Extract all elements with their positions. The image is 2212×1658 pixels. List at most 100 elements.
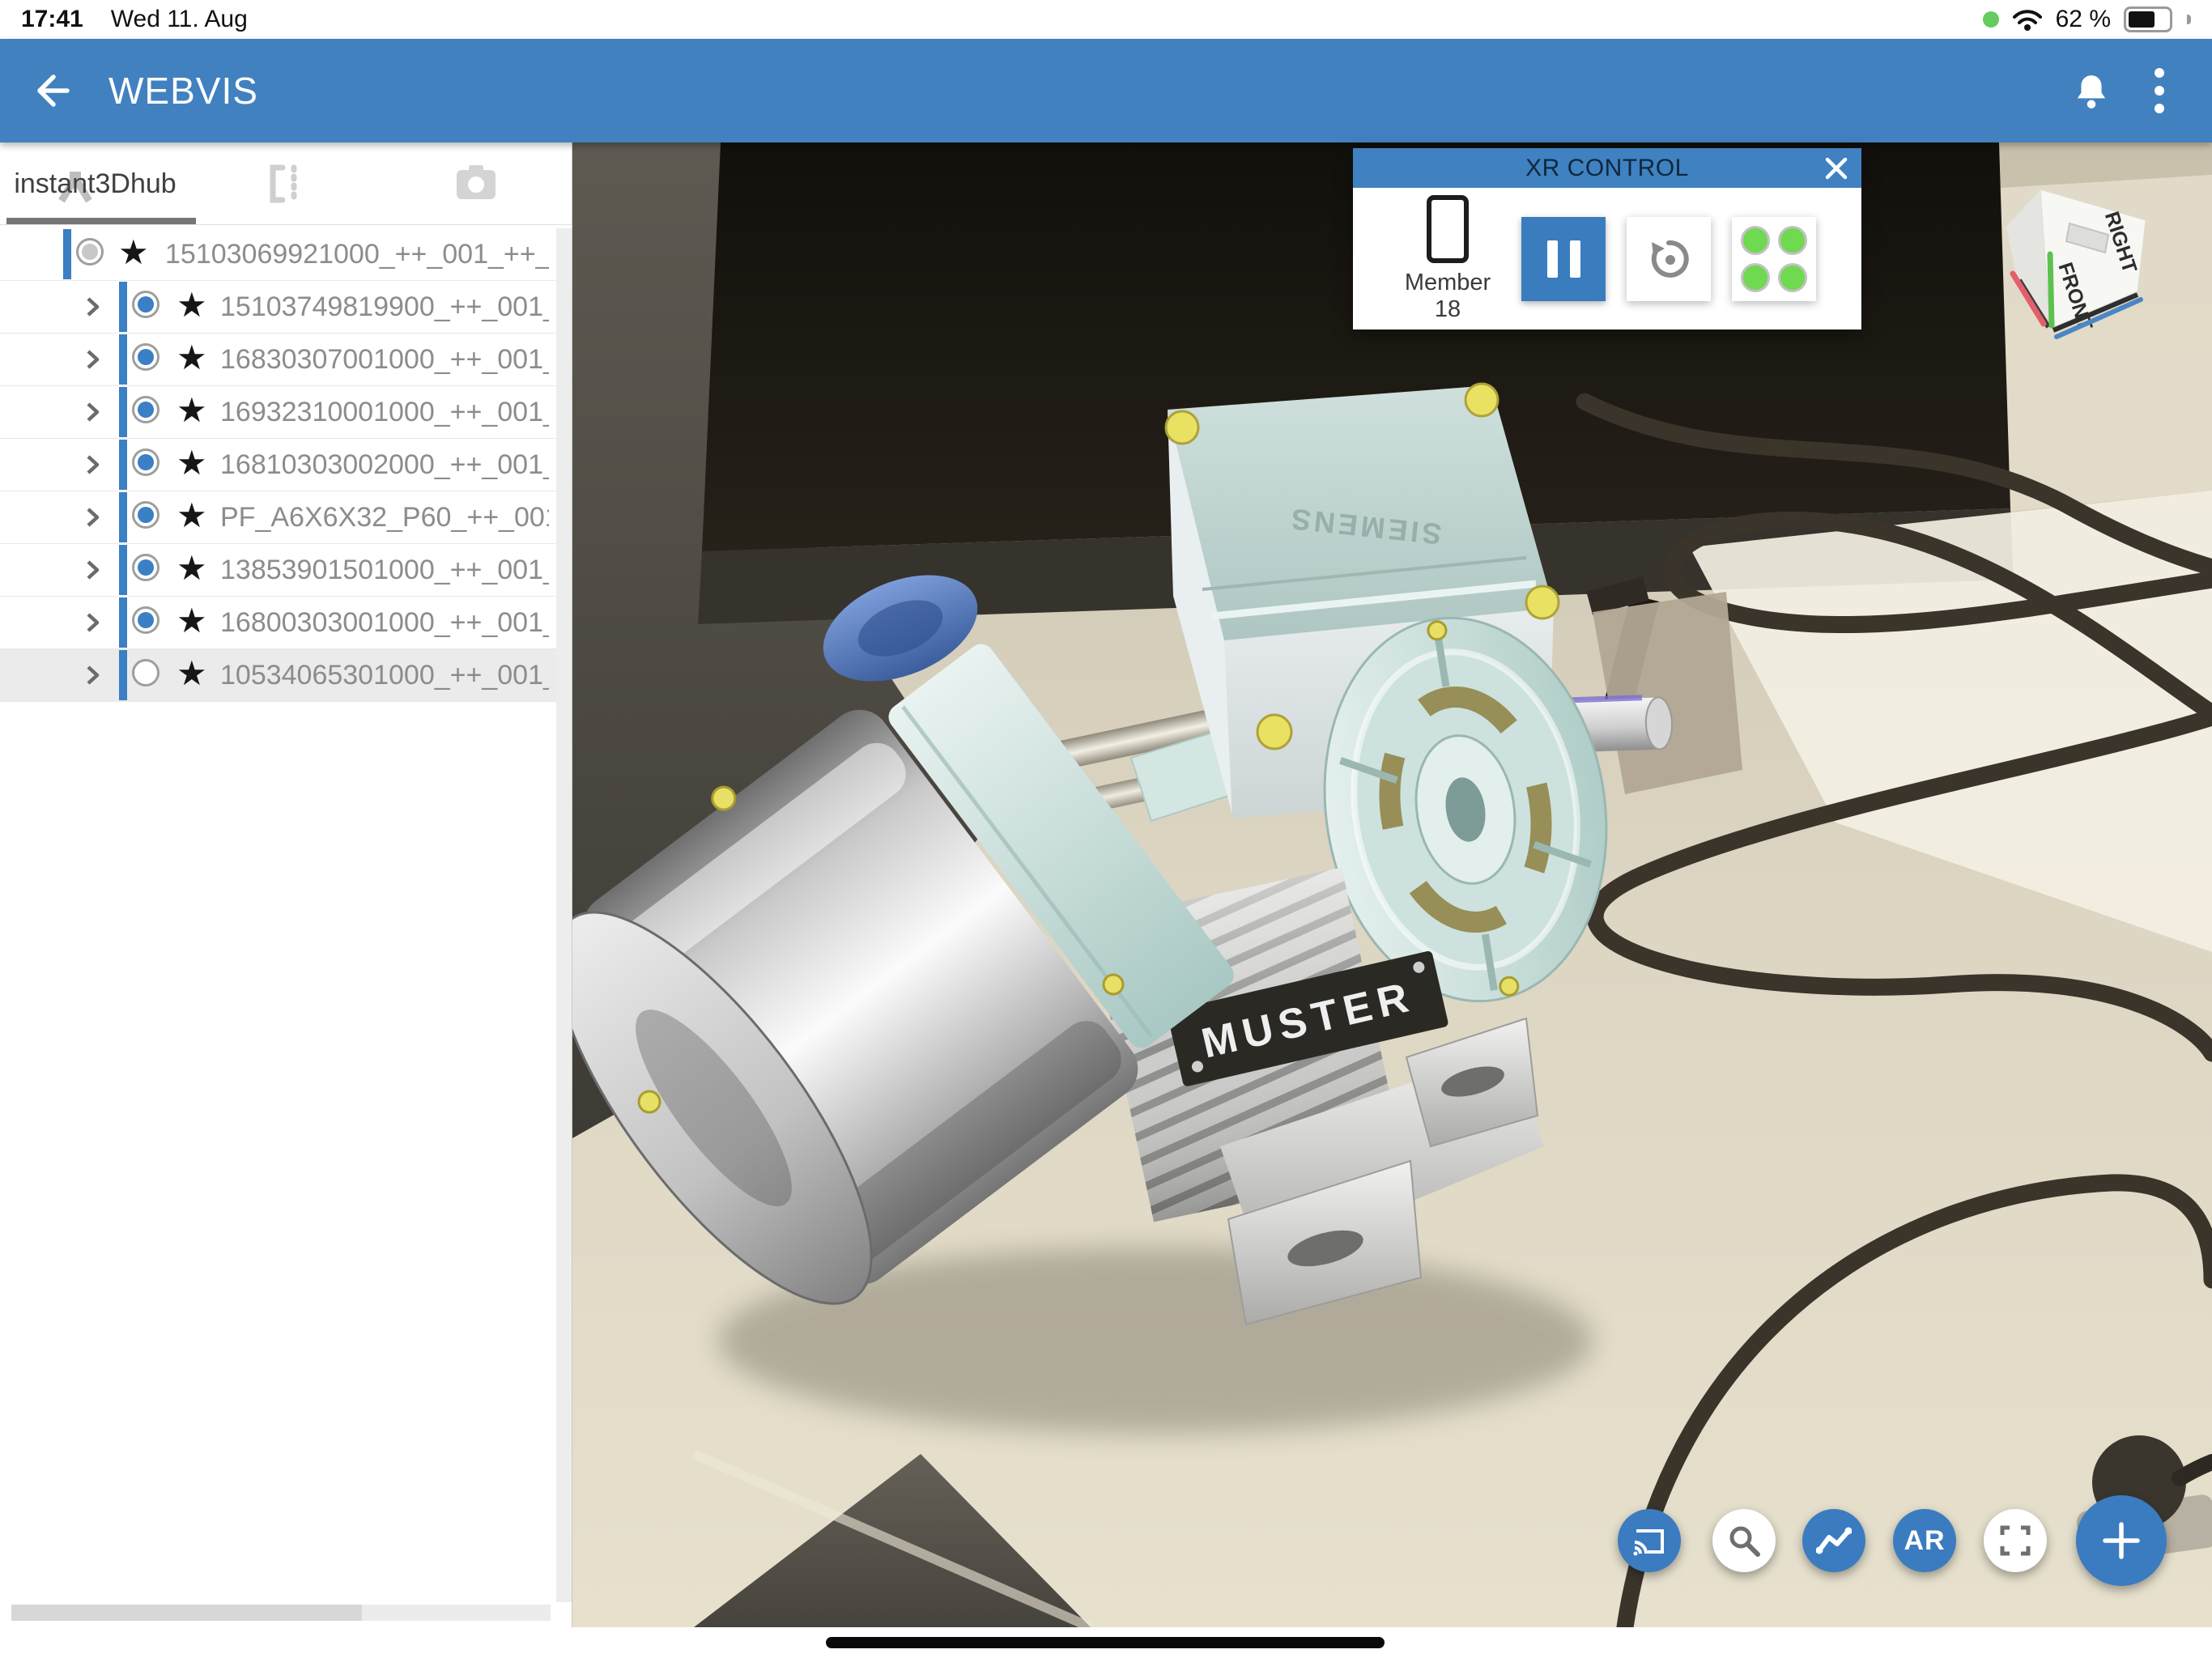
scrollbar-thumb[interactable]: [11, 1605, 362, 1621]
kebab-menu-icon: [2154, 66, 2165, 115]
selection-bar: [119, 440, 127, 490]
cast-icon: [1631, 1524, 1667, 1557]
xr-control-panel: XR CONTROL Member 18: [1353, 148, 1861, 329]
trend-line-icon: [1816, 1526, 1852, 1555]
visibility-radio[interactable]: [132, 606, 160, 634]
expand-chevron-icon[interactable]: [81, 348, 104, 371]
member-indicator: Member 18: [1395, 195, 1500, 323]
part-number-label: 16932310001000_++_001_++__: [220, 397, 549, 428]
cast-button[interactable]: [1618, 1509, 1681, 1572]
favorite-star-icon[interactable]: ★: [177, 391, 207, 430]
tab-snapshots[interactable]: [381, 142, 571, 225]
tab-instant3dhub[interactable]: instant3Dhub: [0, 142, 190, 225]
expand-chevron-icon[interactable]: [81, 295, 104, 318]
xr-control-title: XR CONTROL: [1525, 155, 1689, 182]
status-bar: 17:41 Wed 11. Aug 62 %: [0, 0, 2212, 39]
tree-row[interactable]: ★ 10534065301000_++_001_++_fra: [0, 649, 557, 702]
home-indicator[interactable]: [826, 1637, 1385, 1648]
visibility-radio[interactable]: [132, 291, 160, 318]
favorite-star-icon[interactable]: ★: [177, 286, 207, 325]
tree-row[interactable]: ★ 16932310001000_++_001_++__: [0, 386, 557, 439]
expand-chevron-icon[interactable]: [81, 664, 104, 687]
favorite-star-icon[interactable]: ★: [177, 549, 207, 588]
expand-chevron-icon[interactable]: [81, 401, 104, 423]
battery-percent: 62 %: [2056, 6, 2111, 33]
expand-chevron-icon[interactable]: [81, 453, 104, 476]
selection-bar: [119, 650, 127, 700]
tab-clip-planes[interactable]: [190, 142, 381, 225]
arrow-left-icon: [30, 68, 75, 113]
tree-row[interactable]: ★16800303001000_++_001_++_B3: [0, 597, 557, 649]
parts-sidebar: instant3Dhub ★ 15103069921000_++_001_++_d…: [0, 142, 572, 1627]
favorite-star-icon[interactable]: ★: [177, 654, 207, 693]
camera-icon: [453, 164, 499, 204]
part-number-label: 10534065301000_++_001_++_fra: [220, 660, 549, 691]
favorite-star-icon[interactable]: ★: [118, 233, 149, 272]
participants-icon: [1741, 226, 1807, 292]
favorite-star-icon[interactable]: ★: [177, 602, 207, 640]
date: Wed 11. Aug: [111, 6, 248, 33]
tree-row[interactable]: ★ 16810303002000_++_001_++_BS: [0, 439, 557, 491]
clock: 17:41: [21, 6, 83, 33]
tree-row-root[interactable]: ★ 15103069921000_++_001_++_dimensi: [0, 228, 557, 281]
part-number-label: 13853901501000_++_001_++_rot: [220, 555, 549, 586]
part-number-label: 15103749819900_++_001_++_rat: [220, 291, 549, 323]
ar-mode-button[interactable]: AR: [1893, 1509, 1956, 1572]
visibility-radio[interactable]: [132, 501, 160, 529]
bell-icon: [2073, 72, 2110, 109]
plus-icon: [2100, 1520, 2142, 1562]
sidebar-tabs: instant3Dhub: [0, 142, 572, 225]
add-button[interactable]: [2076, 1495, 2167, 1586]
favorite-star-icon[interactable]: ★: [177, 338, 207, 377]
orientation-view-cube[interactable]: RIGHT FRONT: [1995, 176, 2157, 346]
visibility-radio[interactable]: [132, 396, 160, 423]
expand-chevron-icon[interactable]: [81, 611, 104, 634]
wifi-icon: [2012, 7, 2043, 32]
selection-bar: [119, 545, 127, 595]
favorite-star-icon[interactable]: ★: [177, 496, 207, 535]
part-number-label: 16830307001000_++_001_++__: [220, 344, 549, 376]
page-title: WEBVIS: [108, 69, 258, 113]
selection-bar: [119, 597, 127, 648]
tree-row[interactable]: ★ PF_A6X6X32_P60_++_001_++_DII: [0, 491, 557, 544]
fullscreen-icon: [1999, 1524, 2031, 1557]
vertical-scrollbar[interactable]: [556, 228, 572, 1602]
clip-plane-icon: [265, 163, 307, 205]
visibility-radio[interactable]: [132, 659, 160, 687]
part-number-label: PF_A6X6X32_P60_++_001_++_DII: [220, 502, 549, 534]
expand-chevron-icon[interactable]: [81, 559, 104, 581]
ar-viewport[interactable]: SIEMENS MUSTER: [572, 142, 2212, 1627]
active-tab-indicator: [6, 218, 196, 224]
back-button[interactable]: [24, 62, 81, 119]
visibility-radio[interactable]: [132, 554, 160, 581]
notifications-button[interactable]: [2063, 62, 2120, 119]
horizontal-scrollbar[interactable]: [11, 1605, 551, 1621]
visibility-radio[interactable]: [76, 238, 104, 266]
xr-control-titlebar: XR CONTROL: [1353, 148, 1861, 188]
parts-tree: ★ 15103069921000_++_001_++_dimensi ★ 151037…: [0, 228, 557, 702]
hotspot-indicator-icon: [1983, 11, 1999, 28]
tree-row[interactable]: ★ 15103749819900_++_001_++_rat: [0, 281, 557, 334]
participants-button[interactable]: [1732, 217, 1816, 301]
visibility-radio[interactable]: [132, 449, 160, 476]
reset-view-button[interactable]: [1627, 217, 1711, 301]
overflow-menu-button[interactable]: [2131, 62, 2188, 119]
expand-chevron-icon[interactable]: [81, 506, 104, 529]
phone-icon: [1427, 195, 1469, 263]
visibility-radio[interactable]: [132, 343, 160, 371]
search-icon: [1727, 1524, 1761, 1558]
selection-bar: [63, 229, 71, 279]
member-label: Member 18: [1395, 270, 1500, 323]
part-number-label: 16810303002000_++_001_++_BS: [220, 449, 549, 481]
close-icon[interactable]: [1823, 155, 1850, 182]
search-button[interactable]: [1712, 1509, 1776, 1572]
fullscreen-button[interactable]: [1984, 1509, 2047, 1572]
pause-button[interactable]: [1521, 217, 1606, 301]
selection-bar: [119, 387, 127, 437]
part-number-label: 15103069921000_++_001_++_dimensi: [165, 239, 549, 270]
measure-trend-button[interactable]: [1802, 1509, 1865, 1572]
tree-row[interactable]: ★ 13853901501000_++_001_++_rot: [0, 544, 557, 597]
history-reset-icon: [1645, 236, 1692, 283]
favorite-star-icon[interactable]: ★: [177, 444, 207, 483]
tree-row[interactable]: ★ 16830307001000_++_001_++__: [0, 334, 557, 386]
